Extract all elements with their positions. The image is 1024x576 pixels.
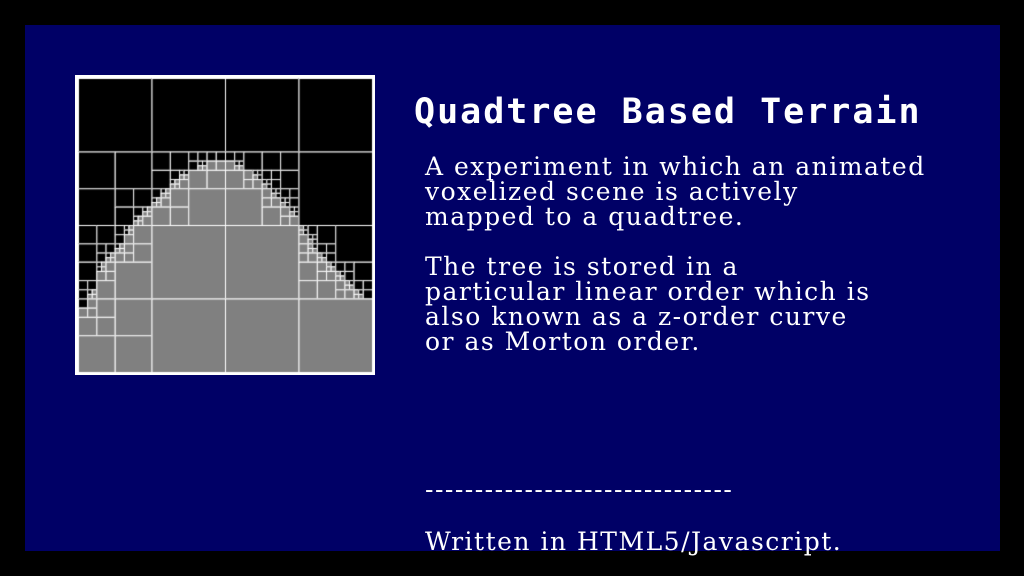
credit-text: Written in HTML5/Javascript. (425, 527, 843, 556)
app-panel: Quadtree Based Terrain A experiment in w… (25, 25, 1000, 556)
description-line: particular linear order which is (425, 277, 871, 306)
description-line: or as Morton order. (425, 327, 701, 356)
description-line: mapped to a quadtree. (425, 202, 745, 231)
description-line: The tree is stored in a (425, 252, 739, 281)
description-line: A experiment in which an animated (425, 152, 926, 181)
storage-paragraph: The tree is stored in a particular linea… (425, 254, 871, 354)
quadtree-terrain-canvas (75, 75, 375, 375)
description-line: voxelized scene is actively (425, 177, 799, 206)
page-title: Quadtree Based Terrain (414, 92, 922, 132)
description-line: also known as a z-order curve (425, 302, 848, 331)
divider: ------------------------------- (425, 475, 734, 504)
description-paragraph: A experiment in which an animated voxeli… (425, 154, 926, 229)
